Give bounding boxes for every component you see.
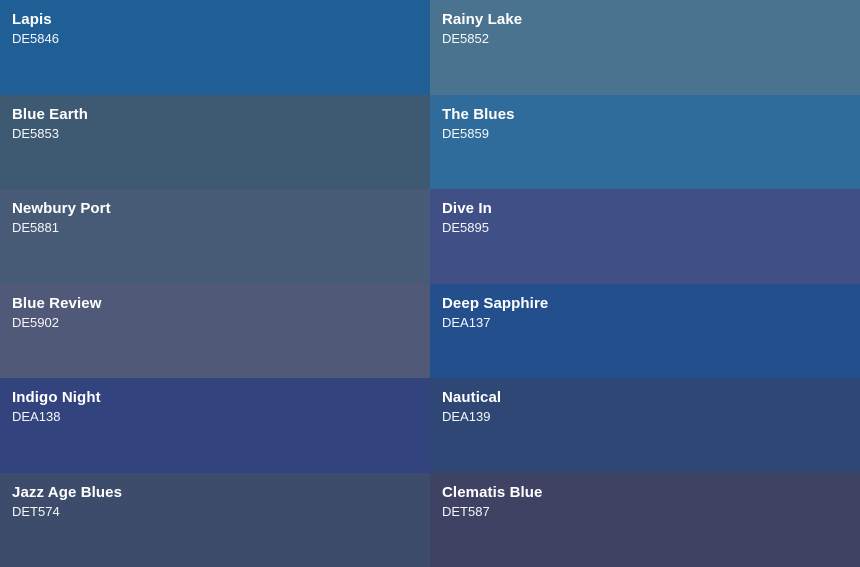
swatch-clematis-blue[interactable]: Clematis Blue DET587 — [430, 472, 860, 567]
swatch-name: Newbury Port — [12, 200, 111, 217]
swatch-dive-in[interactable]: Dive In DE5895 — [430, 189, 860, 284]
swatch-newbury-port[interactable]: Newbury Port DE5881 — [0, 189, 430, 284]
swatch-nautical[interactable]: Nautical DEA139 — [430, 378, 860, 473]
swatch-code: DE5853 — [12, 125, 59, 141]
swatch-name: Dive In — [442, 200, 492, 217]
swatch-name: Clematis Blue — [442, 483, 543, 501]
swatch-blue-earth[interactable]: Blue Earth DE5853 — [0, 94, 430, 189]
swatch-code: DE5846 — [12, 31, 59, 46]
swatch-code: DE5859 — [442, 125, 489, 141]
swatch-lapis[interactable]: Lapis DE5846 — [0, 0, 430, 95]
swatch-the-blues[interactable]: The Blues DE5859 — [430, 94, 860, 189]
swatch-name: The Blues — [442, 105, 515, 123]
swatch-code: DE5895 — [442, 220, 489, 235]
swatch-name: Lapis — [12, 11, 52, 28]
swatch-code: DE5852 — [442, 31, 489, 46]
swatch-name: Rainy Lake — [442, 11, 523, 28]
swatch-deep-sapphire[interactable]: Deep Sapphire DEA137 — [430, 283, 860, 378]
swatch-jazz-age-blues[interactable]: Jazz Age Blues DET574 — [0, 472, 430, 567]
swatch-code: DEA139 — [442, 409, 491, 424]
swatch-name: Blue Earth — [12, 105, 89, 123]
swatch-blue-review[interactable]: Blue Review DE5902 — [0, 283, 430, 378]
swatch-code: DEA137 — [442, 314, 491, 330]
swatch-code: DEA138 — [12, 409, 61, 424]
swatch-rainy-lake[interactable]: Rainy Lake DE5852 — [430, 0, 860, 95]
color-swatch-grid: Lapis DE5846 Rainy Lake DE5852 Blue Eart… — [0, 0, 860, 567]
swatch-name: Indigo Night — [12, 389, 101, 406]
swatch-name: Jazz Age Blues — [12, 483, 123, 501]
swatch-indigo-night[interactable]: Indigo Night DEA138 — [0, 378, 430, 473]
swatch-code: DE5881 — [12, 220, 59, 235]
swatch-code: DE5902 — [12, 314, 59, 330]
swatch-code: DET574 — [12, 503, 60, 519]
swatch-code: DET587 — [442, 503, 490, 519]
swatch-name: Blue Review — [12, 294, 102, 312]
swatch-name: Deep Sapphire — [442, 294, 549, 312]
swatch-name: Nautical — [442, 389, 502, 406]
